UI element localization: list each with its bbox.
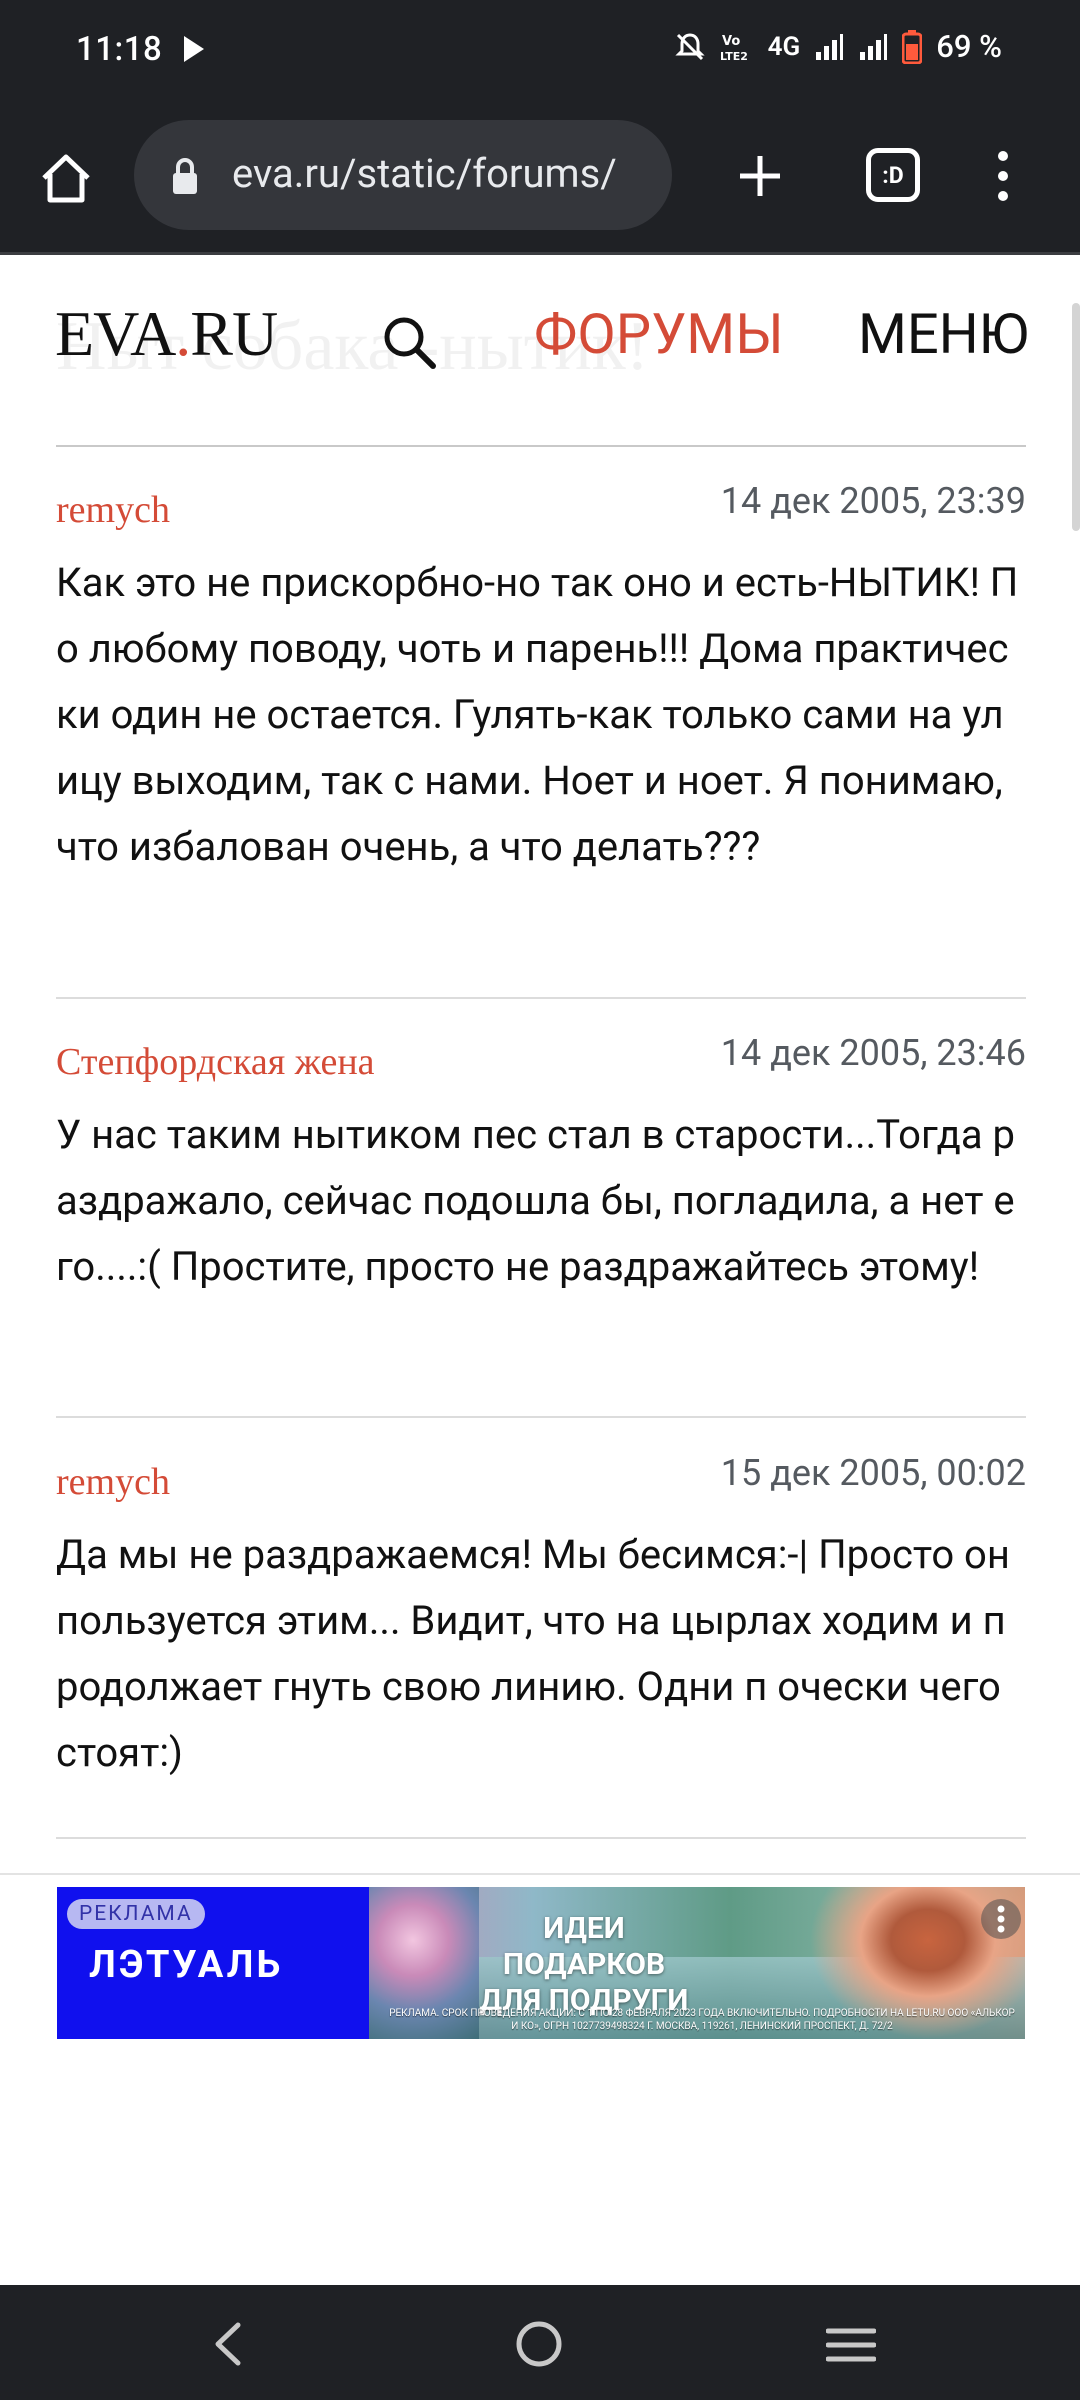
mute-bell-icon [675, 32, 705, 60]
tab-switcher-label: :D [882, 161, 904, 189]
post-author[interactable]: remych [56, 488, 170, 532]
tab-switcher-button[interactable]: :D [866, 148, 920, 202]
svg-text:LTE2: LTE2 [720, 50, 748, 63]
ad-more-icon [997, 1905, 1005, 1933]
post-date: 14 дек 2005, 23:39 [720, 480, 1026, 522]
post-text: У нас таким нытиком пес стал в старости.… [56, 1111, 1015, 1290]
status-time: 11:18 [76, 30, 163, 69]
battery-percent: 69 % [936, 28, 1002, 65]
home-icon[interactable] [36, 148, 96, 208]
lock-icon [173, 158, 197, 194]
post-divider [56, 1416, 1026, 1418]
more-menu-icon[interactable] [994, 150, 1012, 202]
signal-icon-1 [816, 33, 844, 60]
back-icon[interactable] [208, 2321, 248, 2367]
nav-menu-link[interactable]: МЕНЮ [858, 301, 1029, 367]
forum-post: remych 15 дек 2005, 00:02 Да мы не раздр… [56, 1452, 1026, 1776]
logo-dot: . [175, 298, 191, 369]
ad-image-panel: ИДЕИ ПОДАРКОВ ДЛЯ ПОДРУГИ РЕКЛАМА. СРОК … [369, 1887, 1025, 2039]
forum-post: remych 14 дек 2005, 23:39 Как это не при… [56, 480, 1026, 878]
svg-text:Vo: Vo [722, 34, 740, 49]
ad-label-badge: РЕКЛАМА [67, 1899, 205, 1929]
network-type: 4G [767, 31, 801, 62]
web-page: Ныт собака -нытик! EVA.RU ФОРУМЫ МЕНЮ re… [0, 255, 1080, 2285]
logo-ru: RU [190, 298, 278, 369]
status-icons: Vo LTE2 4G 69 % [674, 28, 1002, 65]
ad-options-button[interactable] [981, 1899, 1021, 1939]
post-date: 15 дек 2005, 00:02 [720, 1452, 1026, 1494]
recents-icon[interactable] [826, 2325, 876, 2365]
ad-fine-print: РЕКЛАМА. СРОК ПРОВЕДЕНИЯ АКЦИИ: С 1 ПО 2… [389, 2008, 1015, 2032]
new-tab-icon[interactable] [736, 152, 784, 200]
logo-eva: EVA [55, 298, 176, 369]
post-author[interactable]: Степфордская жена [56, 1040, 375, 1084]
post-date: 14 дек 2005, 23:46 [720, 1032, 1026, 1074]
system-nav-bar [0, 2285, 1080, 2400]
battery-icon [902, 29, 923, 64]
search-icon[interactable] [380, 313, 438, 371]
post-text: Да мы не раздражаемся! Мы бесимся:-| Про… [56, 1531, 1010, 1776]
post-divider [56, 1837, 1026, 1839]
forum-post: Степфордская жена 14 дек 2005, 23:46 У н… [56, 1032, 1026, 1340]
url-text[interactable]: eva.ru/static/forums/ [232, 150, 652, 197]
ad-brand-panel: РЕКЛАМА ЛЭТУАЛЬ [57, 1887, 369, 2039]
ad-headline: ИДЕИ ПОДАРКОВ ДЛЯ ПОДРУГИ [479, 1911, 689, 2018]
site-logo[interactable]: EVA.RU [55, 297, 278, 371]
header-divider [56, 445, 1026, 447]
site-header: Ныт собака -нытик! EVA.RU ФОРУМЫ МЕНЮ [0, 255, 1080, 445]
nav-forums-link[interactable]: ФОРУМЫ [534, 301, 784, 367]
media-play-icon [184, 36, 204, 62]
ad-separator [0, 1873, 1080, 1875]
status-bar: 11:18 Vo LTE2 4G 69 % [0, 0, 1080, 100]
volte-icon: Vo LTE2 [720, 34, 748, 63]
ad-brand-logo: ЛЭТУАЛЬ [89, 1943, 284, 1987]
signal-icon-2 [860, 33, 888, 60]
post-text: Как это не прискорбно-но так оно и есть-… [56, 559, 1019, 870]
post-author[interactable]: remych [56, 1460, 170, 1504]
post-divider [56, 997, 1026, 999]
home-nav-icon[interactable] [514, 2319, 564, 2369]
ad-banner[interactable]: РЕКЛАМА ЛЭТУАЛЬ ИДЕИ ПОДАРКОВ ДЛЯ ПОДРУГ… [57, 1887, 1025, 2039]
